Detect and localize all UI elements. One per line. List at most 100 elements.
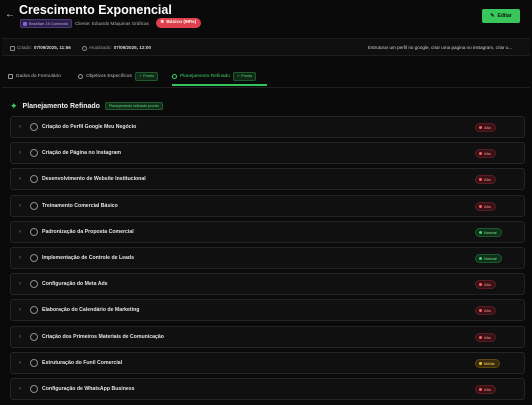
tab-refined-planning-label: Planejamento Refinado [180, 73, 230, 79]
list-item[interactable]: › Estruturação do Funil Comercial Média [10, 351, 525, 374]
list-item[interactable]: › Treinamento Comercial Básico Alta [10, 194, 525, 217]
pencil-icon: ✎ [490, 13, 495, 19]
chevron-right-icon[interactable]: › [19, 333, 21, 341]
list-item-title: Estruturação do Funil Comercial [42, 359, 123, 366]
priority-dot-icon [479, 257, 482, 260]
list-item-title: Configuração do Meta Ads [42, 281, 108, 288]
status-circle-icon[interactable] [30, 254, 38, 262]
section-status-badge: Planejamento refinado pronto [104, 102, 163, 110]
plan-star-icon: ★ [160, 20, 165, 25]
tab-form-data-label: Dados do Formulário [16, 73, 61, 79]
edit-button-label: Editar [497, 13, 512, 19]
list-item-title: Criação do Perfil Google Meu Negócio [42, 124, 137, 130]
section-title: Planejamento Refinado [22, 102, 100, 110]
section-header: ✦ Planejamento Refinado Planejamento ref… [10, 100, 163, 112]
target-icon [78, 73, 83, 79]
priority-dot-icon [479, 335, 482, 339]
status-circle-icon[interactable] [30, 201, 38, 210]
tab-specific-goals[interactable]: Objetivos Específicos ✓ Pronto [78, 71, 159, 81]
status-circle-icon[interactable] [30, 175, 38, 184]
priority-dot-icon [479, 230, 482, 234]
list-item[interactable]: › Configuração do Meta Ads Alta [10, 273, 525, 296]
list-item-title: Desenvolvimento de Website Institucional [42, 176, 146, 183]
priority-badge: Alta [475, 332, 496, 342]
status-badge-label: Pronto [143, 73, 155, 78]
tag-icon [23, 21, 27, 26]
status-circle-icon[interactable] [30, 385, 38, 393]
priority-label: Alta [484, 387, 491, 392]
calendar-icon [10, 45, 15, 51]
chevron-right-icon[interactable]: › [19, 280, 21, 288]
chevron-right-icon[interactable]: › [19, 123, 21, 131]
list-item[interactable]: › Configuração de WhatsApp Business Alta [10, 378, 525, 400]
created-label: Criado: [17, 45, 32, 50]
list-item-title: Configuração de WhatsApp Business [42, 386, 135, 392]
priority-badge: Alta [475, 175, 496, 185]
priority-badge: Média [475, 358, 500, 368]
chevron-right-icon[interactable]: › [19, 228, 21, 236]
status-circle-icon[interactable] [30, 358, 38, 367]
priority-label: Alta [484, 282, 491, 288]
client-label: Cliente: Eduardo Máquinas Gráficas [75, 21, 149, 26]
chevron-right-icon[interactable]: › [19, 254, 21, 262]
tab-refined-planning[interactable]: Planejamento Refinado ✓ Pronto [172, 71, 257, 81]
priority-dot-icon [479, 152, 482, 156]
list-item-title: Criação de Página no Instagram [42, 150, 121, 157]
list-item[interactable]: › Desenvolvimento de Website Instituciona… [10, 168, 525, 191]
list-item[interactable]: › Padronização da Proposta Comercial Norma… [10, 220, 525, 243]
priority-dot-icon [479, 126, 482, 129]
priority-badge: Alta [475, 385, 496, 394]
priority-dot-icon [479, 388, 482, 391]
list-item[interactable]: › Implementação de Controle de Leads Norma… [10, 247, 525, 269]
priority-dot-icon [479, 361, 482, 365]
priority-label: Alta [484, 308, 491, 314]
list-item[interactable]: › Elaboração do Calendário de Marketing Al… [10, 299, 525, 322]
project-description: Estruturar um perfil no google, criar um… [368, 45, 513, 50]
chevron-right-icon[interactable]: › [19, 175, 21, 183]
status-circle-icon[interactable] [30, 332, 38, 341]
priority-dot-icon [479, 283, 482, 287]
updated-label: Atualizado: [89, 45, 112, 50]
priority-badge: Alta [475, 306, 496, 316]
chevron-right-icon[interactable]: › [19, 359, 21, 367]
chevron-right-icon[interactable]: › [19, 306, 21, 314]
meta-bar: Criado: 07/09/2025, 11:56 Atualizado: 07… [2, 38, 530, 56]
status-badge-label: Pronto [241, 73, 253, 78]
status-circle-icon[interactable] [30, 280, 38, 289]
list-item-title: Elaboração do Calendário de Marketing [42, 307, 140, 314]
status-circle-icon[interactable] [30, 123, 38, 131]
chevron-right-icon[interactable]: › [19, 385, 21, 393]
priority-badge: Alta [475, 280, 496, 290]
priority-label: Alta [484, 151, 491, 157]
active-tab-indicator [172, 84, 267, 86]
priority-label: Alta [484, 177, 491, 183]
tab-bar: Dados do Formulário Objetivos Específico… [2, 62, 530, 88]
project-tag: Brazilian 15 Conteúdo [20, 19, 73, 28]
created-value: 07/09/2025, 11:56 [33, 45, 71, 50]
page-title: Crescimento Exponencial [19, 3, 172, 17]
updated-info: Atualizado: 07/09/2025, 12:00 [82, 45, 151, 51]
priority-label: Alta [484, 203, 491, 209]
status-badge: ✓ Pronto [232, 71, 257, 81]
chevron-right-icon[interactable]: › [19, 202, 21, 210]
priority-label: Alta [484, 125, 491, 130]
status-circle-icon[interactable] [30, 227, 38, 236]
list-item-title: Treinamento Comercial Básico [42, 202, 118, 209]
priority-label: Normal [484, 256, 497, 261]
tab-form-data[interactable]: Dados do Formulário [8, 71, 61, 81]
status-circle-icon[interactable] [30, 149, 38, 158]
status-circle-icon[interactable] [30, 306, 38, 315]
sparkle-icon [172, 73, 177, 79]
chevron-right-icon[interactable]: › [19, 149, 21, 157]
priority-label: Alta [484, 334, 491, 340]
priority-label: Média [484, 360, 495, 366]
list-item[interactable]: › Criação de Página no Instagram Alta [10, 142, 525, 165]
plan-badge-label: Básico (99%) [166, 20, 197, 25]
status-badge: ✓ Pronto [134, 71, 159, 81]
list-item[interactable]: › Criação dos Primeiros Materiais de Comu… [10, 325, 525, 348]
list-item[interactable]: › Criação do Perfil Google Meu Negócio Alt… [10, 116, 525, 138]
back-arrow-icon[interactable]: ← [4, 9, 16, 21]
edit-button[interactable]: ✎ Editar [482, 9, 520, 23]
created-info: Criado: 07/09/2025, 11:56 [10, 45, 71, 51]
priority-badge: Normal [475, 227, 502, 237]
